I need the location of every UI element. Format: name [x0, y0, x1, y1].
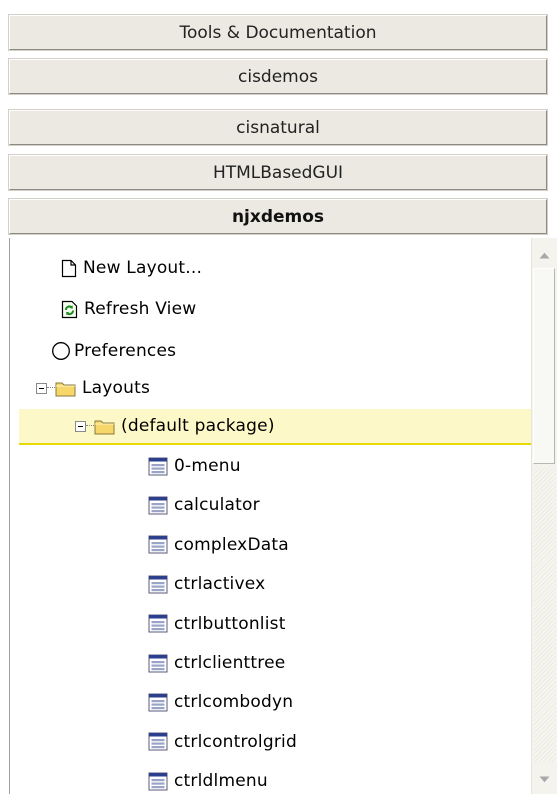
section-button-label: Tools & Documentation — [179, 22, 377, 43]
tree-item-layout[interactable]: ctrlbuttonlist — [148, 606, 286, 642]
tree-item-label: ctrlbuttonlist — [174, 613, 286, 634]
scrollbar-thumb[interactable] — [533, 268, 555, 464]
tree-item-label: ctrlclienttree — [174, 653, 286, 673]
tree-item-label: ctrlactivex — [174, 574, 266, 595]
tree-folder-layouts[interactable]: Layouts — [36, 370, 150, 406]
vertical-scrollbar[interactable] — [531, 238, 557, 794]
scroll-down-arrow-icon[interactable] — [532, 768, 557, 790]
tree-connector — [86, 425, 94, 427]
layout-file-icon — [148, 772, 168, 791]
section-button-label: cisnatural — [236, 117, 320, 138]
layout-file-icon — [148, 535, 168, 554]
layout-file-icon — [148, 614, 168, 633]
tree-item-layout[interactable]: 0-menu — [148, 448, 241, 484]
tree-item-label: Refresh View — [84, 299, 197, 319]
tree-item-label: ctrldlmenu — [174, 771, 268, 792]
tree-item-label: Preferences — [74, 341, 177, 361]
tree-item-layout[interactable]: ctrlactivex — [148, 566, 265, 602]
collapse-toggle-icon[interactable] — [36, 382, 47, 394]
tree-item-preferences[interactable]: Preferences — [51, 333, 176, 369]
tree-item-label: complexData — [174, 534, 289, 555]
scroll-up-arrow-icon[interactable] — [532, 244, 557, 266]
tree-item-layout[interactable]: ctrlcontrolgrid — [148, 724, 297, 760]
tree-item-refresh-view[interactable]: Refresh View — [61, 291, 196, 327]
folder-icon — [94, 418, 115, 435]
tree-item-layout[interactable]: calculator — [148, 487, 260, 523]
section-button-cisdemos[interactable]: cisdemos — [8, 58, 548, 95]
folder-icon — [55, 380, 76, 397]
refresh-icon — [61, 300, 78, 319]
layout-file-icon — [148, 457, 168, 476]
section-button-tools-documentation[interactable]: Tools & Documentation — [8, 14, 548, 51]
layout-file-icon — [148, 496, 168, 515]
tree-item-label: (default package) — [121, 416, 275, 436]
section-button-label: HTMLBasedGUI — [212, 162, 344, 183]
tree-item-layout[interactable]: ctrlcombodyn — [148, 684, 293, 720]
tree-folder-default-package[interactable]: (default package) — [19, 409, 532, 445]
tree-item-label: 0-menu — [174, 456, 241, 476]
layout-tree-panel: New Layout... Refresh View Preferences L… — [9, 238, 557, 794]
section-button-cisnatural[interactable]: cisnatural — [8, 109, 548, 146]
layout-file-icon — [148, 693, 168, 712]
layout-file-icon — [148, 732, 168, 751]
collapse-toggle-icon[interactable] — [75, 420, 86, 432]
section-button-label: cisdemos — [238, 66, 318, 87]
tree-connector — [47, 387, 55, 389]
section-button-label: njxdemos — [231, 206, 325, 227]
scrollbar-track[interactable] — [533, 466, 556, 762]
tree-item-layout[interactable]: ctrlclienttree — [148, 645, 285, 681]
section-button-njxdemos[interactable]: njxdemos — [8, 198, 548, 235]
layout-file-icon — [148, 575, 168, 594]
tree-item-layout[interactable]: complexData — [148, 527, 289, 563]
njx-navigation-frame: Tools & Documentation cisdemos cisnatura… — [0, 0, 558, 794]
section-button-htmlbasedgui[interactable]: HTMLBasedGUI — [8, 154, 548, 191]
new-document-icon — [61, 259, 77, 278]
tree-item-label: ctrlcontrolgrid — [174, 731, 297, 752]
tree-item-label: calculator — [174, 495, 260, 516]
layout-file-icon — [148, 654, 168, 673]
tree-item-label: Layouts — [82, 378, 151, 398]
tree-item-label: New Layout... — [83, 258, 203, 278]
tree-item-new-layout[interactable]: New Layout... — [61, 250, 202, 286]
tree-item-label: ctrlcombodyn — [174, 692, 294, 713]
circle-icon — [51, 341, 71, 361]
